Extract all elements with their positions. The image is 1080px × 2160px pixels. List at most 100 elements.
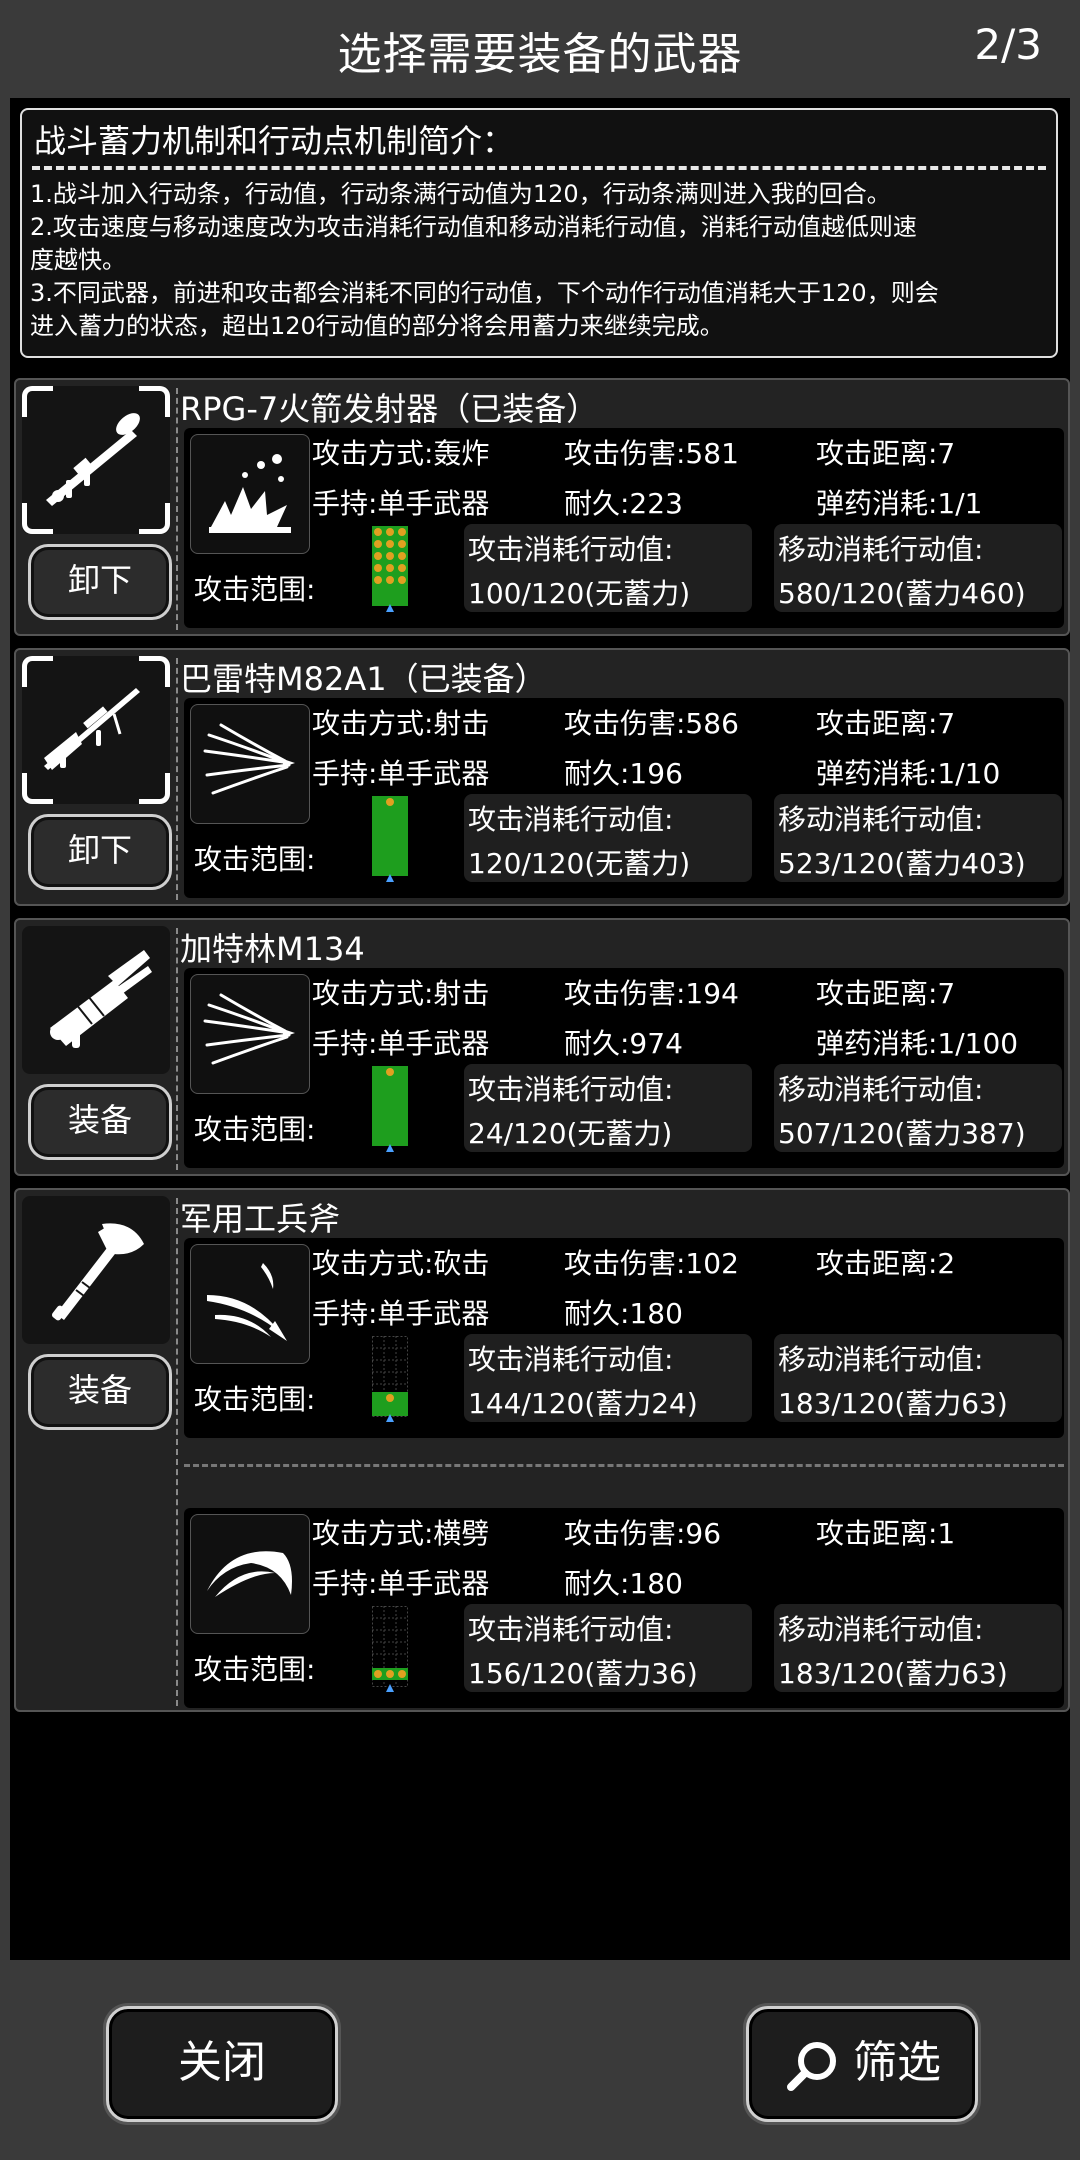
weapon-list-panel[interactable]: 战斗蓄力机制和行动点机制简介： 1.战斗加入行动条，行动值，行动条满行动值为12… [10, 98, 1070, 1960]
intro-line: 进入蓄力的状态，超出120行动值的部分将会用蓄力来继续完成。 [30, 312, 724, 340]
attack-cost-box: 攻击消耗行动值: 156/120(蓄力36) [464, 1604, 752, 1692]
move-cost-label: 移动消耗行动值: [778, 533, 984, 566]
search-icon [787, 2042, 836, 2091]
attack-cost-label: 攻击消耗行动值: [468, 803, 674, 836]
move-cost-box: 移动消耗行动值: 507/120(蓄力387) [774, 1064, 1062, 1152]
gatling-gun-icon [50, 950, 152, 1048]
attack-cost-value: 24/120(无蓄力) [468, 1117, 673, 1150]
page-indicator: 2/3 [974, 20, 1042, 69]
sweep-icon [190, 1514, 310, 1634]
move-cost-label: 移动消耗行动值: [778, 803, 984, 836]
filter-button[interactable]: 筛选 [746, 2006, 978, 2122]
weapon-thumbnail[interactable] [22, 386, 170, 534]
intro-text: 1.战斗加入行动条，行动值，行动条满行动值为120，行动条满则进入我的回合。 2… [30, 178, 1048, 343]
durability: 耐久:974 [564, 1027, 683, 1060]
attack-distance: 攻击距离:1 [816, 1517, 956, 1550]
equip-button[interactable]: 装备 [28, 1084, 172, 1160]
sniper-rifle-icon [44, 688, 140, 770]
durability: 耐久:180 [564, 1567, 683, 1600]
durability: 耐久:223 [564, 487, 683, 520]
weapon-thumbnail[interactable] [22, 926, 170, 1074]
weapon-card: 卸下 巴雷特M82A1（已装备） 攻击方式:射击 攻击伤害:586 攻击距离:7… [14, 648, 1070, 906]
move-cost-box: 移动消耗行动值: 523/120(蓄力403) [774, 794, 1062, 882]
intro-divider [32, 166, 1046, 170]
title-bar: 选择需要装备的武器 2/3 [0, 0, 1080, 96]
attack-range-grid [372, 526, 408, 612]
hold-type: 手持:单手武器 [312, 487, 490, 520]
unequip-button[interactable]: 卸下 [28, 544, 172, 620]
intro-title: 战斗蓄力机制和行动点机制简介： [34, 122, 515, 160]
durability: 耐久:180 [564, 1297, 683, 1330]
attack-cost-label: 攻击消耗行动值: [468, 1343, 674, 1376]
weapon-card: 卸下 RPG-7火箭发射器（已装备） 攻击方式:轰炸 攻击伤害:581 攻击距离… [14, 378, 1070, 636]
intro-line: 1.战斗加入行动条，行动值，行动条满行动值为120，行动条满则进入我的回合。 [30, 180, 891, 208]
close-button[interactable]: 关闭 [106, 2006, 338, 2122]
attack-cost-label: 攻击消耗行动值: [468, 1073, 674, 1106]
attack-distance: 攻击距离:7 [816, 707, 956, 740]
attack-cost-value: 144/120(蓄力24) [468, 1387, 698, 1420]
weapon-name: 加特林M134 [180, 930, 365, 968]
attack-row: 攻击方式:砍击 攻击伤害:102 攻击距离:2 手持:单手武器 耐久:180 攻… [184, 1238, 1064, 1438]
move-cost-value: 183/120(蓄力63) [778, 1387, 1008, 1420]
hold-type: 手持:单手武器 [312, 1567, 490, 1600]
move-cost-label: 移动消耗行动值: [778, 1343, 984, 1376]
filter-button-label: 筛选 [853, 2037, 941, 2088]
hold-type: 手持:单手武器 [312, 1027, 490, 1060]
chop-icon [190, 1244, 310, 1364]
intro-line: 3.不同武器，前进和攻击都会消耗不同的行动值，下个动作行动值消耗大于120，则会 [30, 279, 939, 307]
card-divider [176, 1198, 178, 1706]
attack-cost-box: 攻击消耗行动值: 120/120(无蓄力) [464, 794, 752, 882]
shoot-icon [190, 704, 310, 824]
range-label: 攻击范围: [194, 843, 316, 876]
range-label: 攻击范围: [194, 1653, 316, 1686]
ammo-cost: 弹药消耗:1/100 [816, 1027, 1019, 1060]
attack-damage: 攻击伤害:581 [564, 437, 739, 470]
attack-type: 攻击方式:射击 [312, 977, 490, 1010]
attack-type: 攻击方式:射击 [312, 707, 490, 740]
close-button-label: 关闭 [178, 2037, 266, 2088]
attack-row: 攻击方式:射击 攻击伤害:194 攻击距离:7 手持:单手武器 耐久:974 弹… [184, 968, 1064, 1168]
ammo-cost: 弹药消耗:1/10 [816, 757, 1001, 790]
attack-cost-value: 120/120(无蓄力) [468, 847, 691, 880]
unequip-button[interactable]: 卸下 [28, 814, 172, 890]
attack-cost-label: 攻击消耗行动值: [468, 533, 674, 566]
weapon-thumbnail[interactable] [22, 656, 170, 804]
attack-distance: 攻击距离:7 [816, 977, 956, 1010]
attack-range-grid [372, 1066, 408, 1152]
weapon-name: RPG-7火箭发射器（已装备） [180, 390, 599, 428]
move-cost-box: 移动消耗行动值: 580/120(蓄力460) [774, 524, 1062, 612]
move-cost-label: 移动消耗行动值: [778, 1073, 984, 1106]
intro-line: 度越快。 [30, 246, 126, 274]
card-divider [176, 658, 178, 900]
axe-icon [51, 1223, 144, 1321]
attack-row: 攻击方式:轰炸 攻击伤害:581 攻击距离:7 手持:单手武器 耐久:223 弹… [184, 428, 1064, 628]
attack-range-grid [372, 1336, 408, 1422]
attack-range-grid [372, 1606, 408, 1692]
move-cost-box: 移动消耗行动值: 183/120(蓄力63) [774, 1604, 1062, 1692]
intro-box: 战斗蓄力机制和行动点机制简介： 1.战斗加入行动条，行动值，行动条满行动值为12… [20, 108, 1058, 358]
weapon-card: 装备 军用工兵斧 攻击方式:砍击 攻击伤害:102 攻击距离:2 手持:单手武器… [14, 1188, 1070, 1712]
attack-damage: 攻击伤害:102 [564, 1247, 739, 1280]
attack-type: 攻击方式:轰炸 [312, 437, 490, 470]
page-title: 选择需要装备的武器 [337, 29, 743, 80]
weapon-name: 军用工兵斧 [180, 1200, 341, 1238]
attack-damage: 攻击伤害:96 [564, 1517, 722, 1550]
intro-line: 2.攻击速度与移动速度改为攻击消耗行动值和移动消耗行动值，消耗行动值越低则速 [30, 213, 917, 241]
hold-type: 手持:单手武器 [312, 757, 490, 790]
range-label: 攻击范围: [194, 1113, 316, 1146]
card-divider [176, 388, 178, 630]
equip-button[interactable]: 装备 [28, 1354, 172, 1430]
rocket-launcher-icon [46, 413, 140, 506]
attack-cost-value: 156/120(蓄力36) [468, 1657, 698, 1690]
move-cost-value: 183/120(蓄力63) [778, 1657, 1008, 1690]
move-cost-value: 580/120(蓄力460) [778, 577, 1026, 610]
shoot-icon [190, 974, 310, 1094]
attack-range-grid [372, 796, 408, 882]
range-label: 攻击范围: [194, 573, 316, 606]
weapon-card: 装备 加特林M134 攻击方式:射击 攻击伤害:194 攻击距离:7 手持:单手… [14, 918, 1070, 1176]
attack-type: 攻击方式:砍击 [312, 1247, 490, 1280]
weapon-thumbnail[interactable] [22, 1196, 170, 1344]
attack-cost-value: 100/120(无蓄力) [468, 577, 691, 610]
attack-damage: 攻击伤害:194 [564, 977, 739, 1010]
attack-cost-box: 攻击消耗行动值: 24/120(无蓄力) [464, 1064, 752, 1152]
